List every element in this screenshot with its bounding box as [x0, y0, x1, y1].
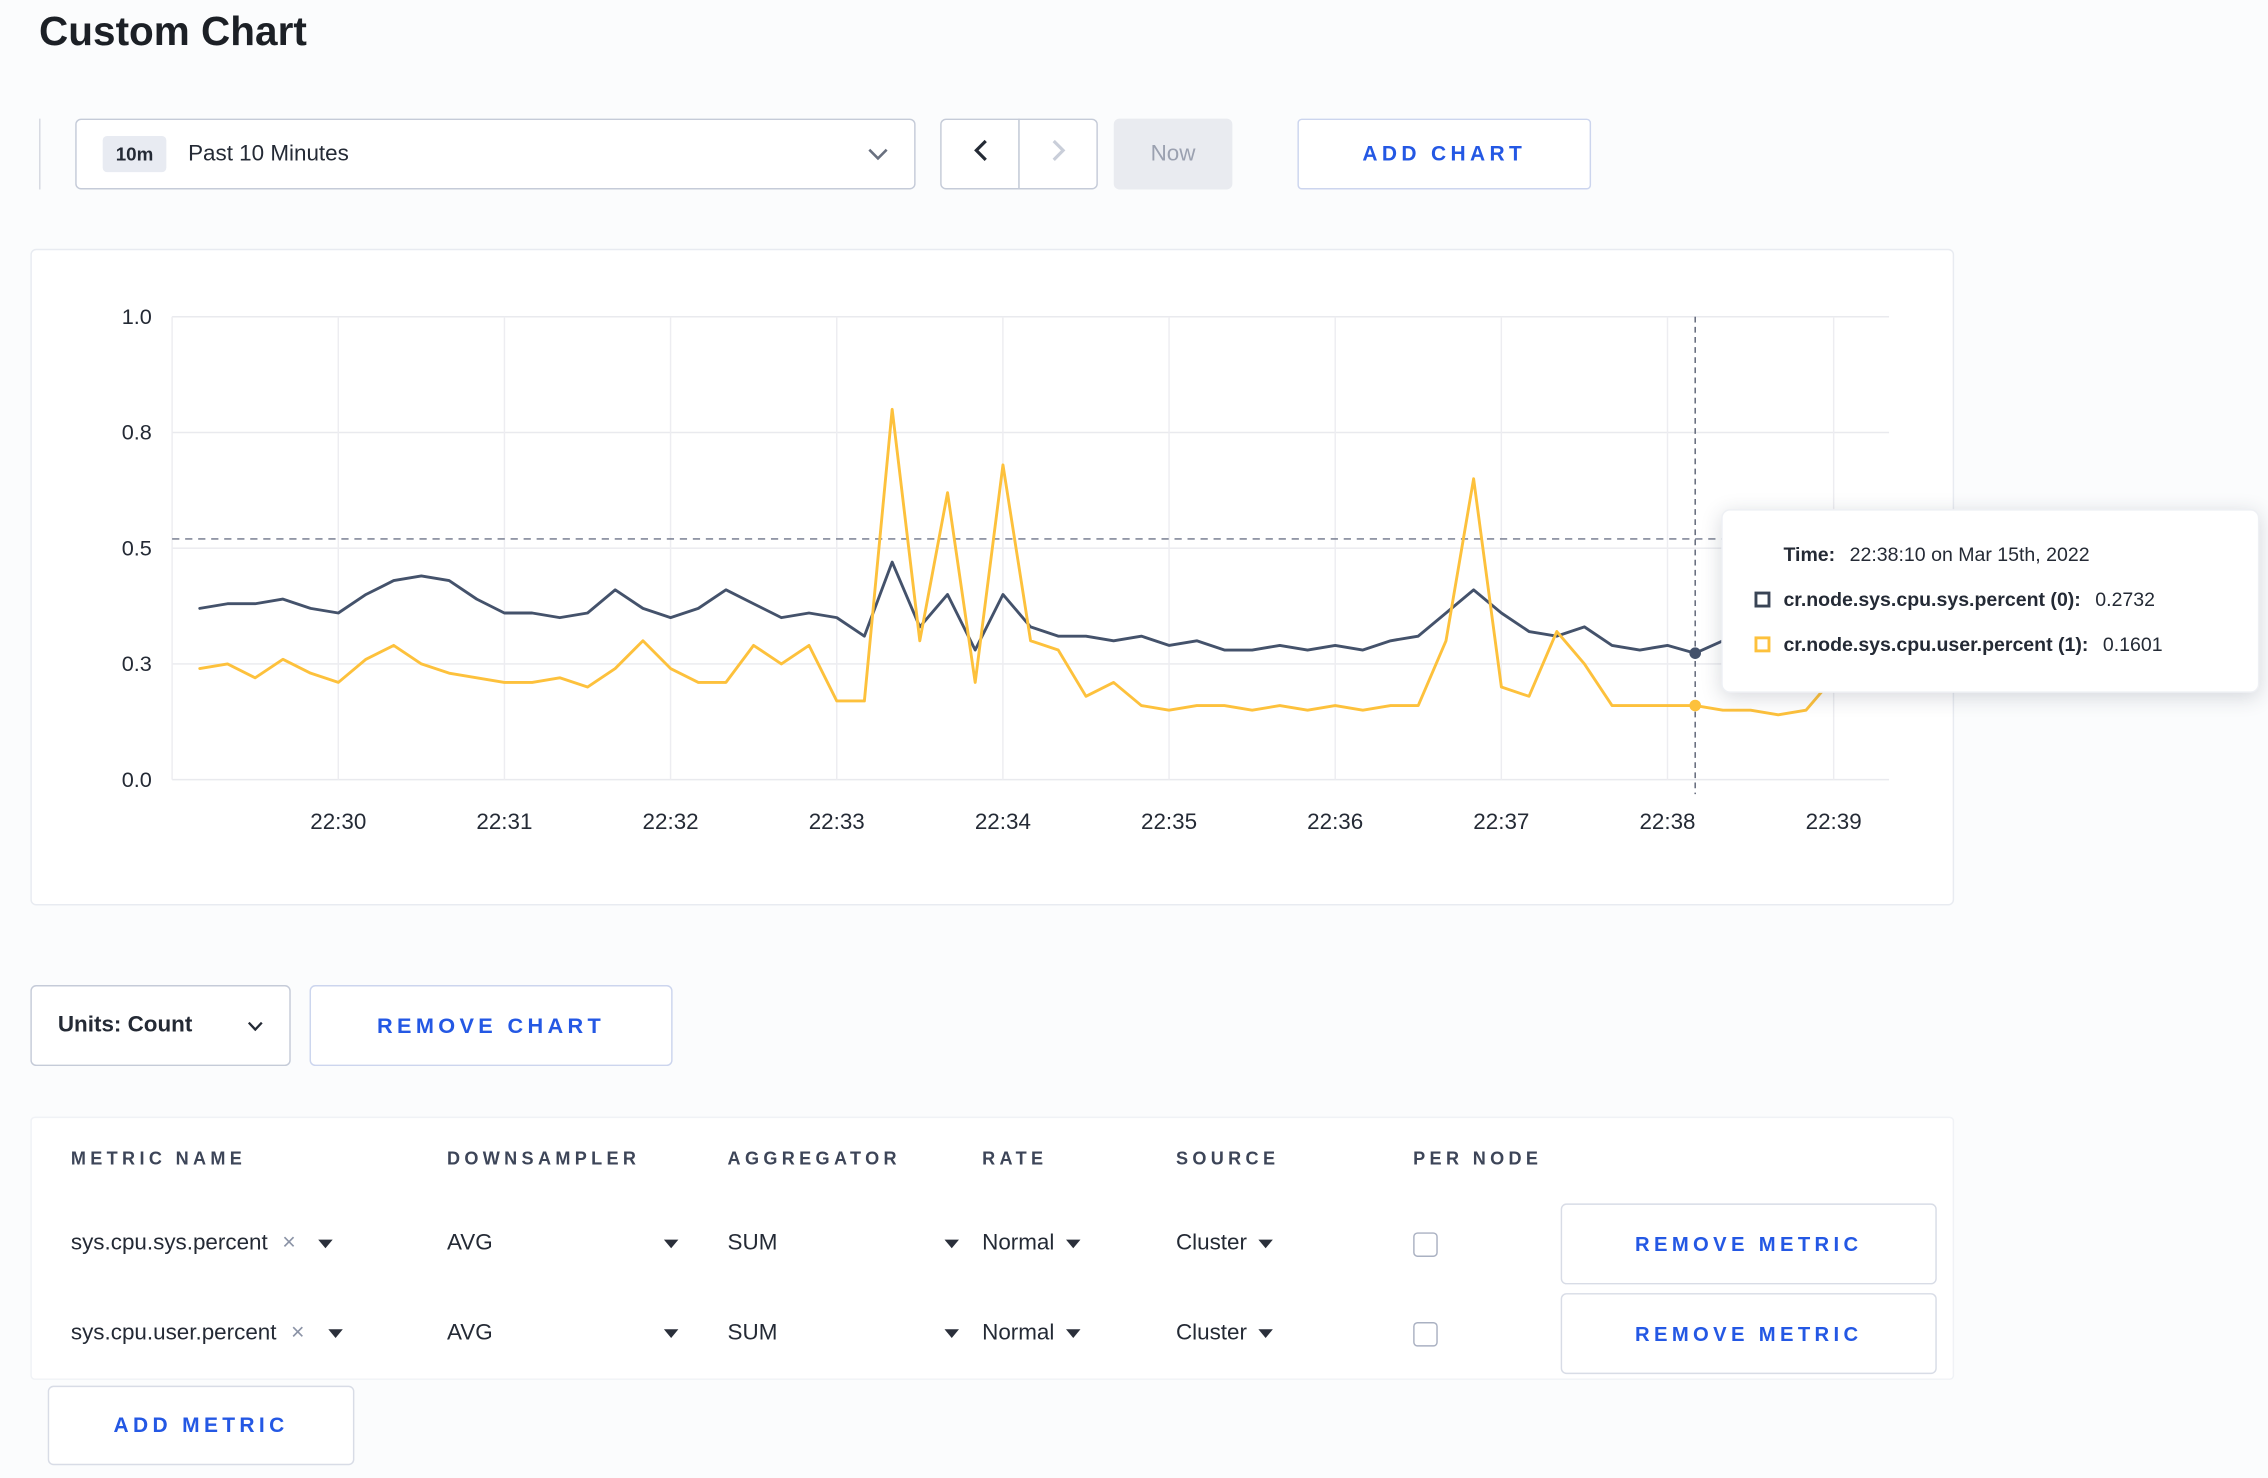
svg-text:22:37: 22:37: [1473, 809, 1529, 834]
metrics-table: METRIC NAME DOWNSAMPLER AGGREGATOR RATE …: [30, 1116, 1955, 1380]
tooltip-series-row: cr.node.sys.cpu.sys.percent (0): 0.2732: [1754, 577, 2229, 622]
now-button[interactable]: Now: [1113, 118, 1233, 190]
tooltip-series-value: 0.2732: [2095, 588, 2156, 611]
svg-text:0.0: 0.0: [122, 767, 152, 792]
next-time-button[interactable]: [1018, 118, 1098, 190]
col-header-source: SOURCE: [1175, 1148, 1280, 1169]
tooltip-series-label: cr.node.sys.cpu.sys.percent (0):: [1783, 588, 2081, 611]
metric-name-value: sys.cpu.user.percent: [70, 1320, 277, 1346]
col-header-downsampler: DOWNSAMPLER: [446, 1148, 641, 1169]
metric-name-select[interactable]: sys.cpu.sys.percent ×: [70, 1230, 334, 1257]
toolbar-divider: [39, 118, 41, 190]
tooltip-time-value: 22:38:10 on Mar 15th, 2022: [1849, 543, 2090, 566]
source-select[interactable]: Cluster: [1175, 1320, 1274, 1347]
rate-value: Normal: [982, 1230, 1055, 1256]
aggregator-value: SUM: [727, 1230, 778, 1256]
series-sys-swatch-icon: [1754, 591, 1771, 608]
custom-chart-page: Custom Chart 10m Past 10 Minutes Now ADD…: [0, 0, 2268, 1478]
svg-text:22:32: 22:32: [643, 809, 699, 834]
svg-text:22:31: 22:31: [476, 809, 532, 834]
svg-text:1.0: 1.0: [122, 304, 152, 329]
col-header-aggregator: AGGREGATOR: [727, 1148, 901, 1169]
rate-value: Normal: [982, 1320, 1055, 1346]
rate-select[interactable]: Normal: [982, 1320, 1081, 1347]
caret-down-icon: [1258, 1329, 1274, 1338]
aggregator-value: SUM: [727, 1320, 778, 1346]
svg-text:22:33: 22:33: [809, 809, 865, 834]
svg-text:22:30: 22:30: [310, 809, 366, 834]
per-node-checkbox[interactable]: [1413, 1231, 1438, 1257]
per-node-checkbox[interactable]: [1413, 1321, 1438, 1346]
units-dropdown-label: Units: Count: [57, 1012, 193, 1038]
metric-name-select[interactable]: sys.cpu.user.percent ×: [70, 1320, 343, 1347]
series-user-swatch-icon: [1754, 636, 1771, 653]
page-title: Custom Chart: [39, 8, 307, 54]
rate-select[interactable]: Normal: [982, 1230, 1081, 1257]
downsampler-value: AVG: [446, 1230, 493, 1256]
caret-down-icon: [663, 1329, 679, 1338]
metric-name-value: sys.cpu.sys.percent: [70, 1230, 268, 1256]
aggregator-select[interactable]: SUM: [728, 1231, 959, 1257]
svg-text:22:36: 22:36: [1307, 809, 1363, 834]
clear-metric-icon[interactable]: ×: [291, 1321, 305, 1347]
units-dropdown[interactable]: Units: Count: [30, 985, 291, 1067]
tooltip-time-row: Time: 22:38:10 on Mar 15th, 2022: [1755, 532, 2229, 577]
downsampler-select[interactable]: AVG: [446, 1320, 679, 1347]
tooltip-series-row: cr.node.sys.cpu.user.percent (1): 0.1601: [1754, 622, 2229, 667]
svg-text:0.5: 0.5: [122, 535, 152, 560]
prev-time-button[interactable]: [940, 118, 1020, 190]
chart-plot[interactable]: 1.0 0.8 0.5 0.3 0.0 22:30 22:31 22:32 22:33 22:34…: [32, 250, 1953, 886]
caret-down-icon: [327, 1329, 343, 1338]
aggregator-select[interactable]: SUM: [728, 1321, 959, 1347]
svg-text:22:38: 22:38: [1639, 809, 1695, 834]
caret-down-icon: [944, 1329, 959, 1338]
table-row: sys.cpu.user.percent × AVG SUM Normal Cl…: [32, 1289, 1953, 1379]
caret-down-icon: [318, 1239, 334, 1249]
source-select[interactable]: Cluster: [1175, 1230, 1274, 1257]
caret-down-icon: [944, 1239, 959, 1249]
time-range-badge: 10m: [102, 135, 167, 173]
downsampler-value: AVG: [446, 1320, 493, 1346]
svg-text:22:34: 22:34: [975, 809, 1031, 834]
add-metric-button[interactable]: ADD METRIC: [47, 1385, 355, 1466]
time-range-label: Past 10 Minutes: [188, 141, 349, 166]
chart-tooltip: Time: 22:38:10 on Mar 15th, 2022 cr.node…: [1721, 509, 2260, 693]
svg-text:22:39: 22:39: [1806, 809, 1862, 834]
tooltip-time-label: Time:: [1783, 543, 1836, 566]
svg-text:0.3: 0.3: [122, 651, 152, 676]
col-header-metric-name: METRIC NAME: [70, 1148, 247, 1169]
clear-metric-icon[interactable]: ×: [282, 1231, 296, 1257]
table-row: sys.cpu.sys.percent × AVG SUM Normal Clu…: [32, 1199, 1953, 1289]
caret-down-icon: [1258, 1239, 1274, 1249]
chart-card: 1.0 0.8 0.5 0.3 0.0 22:30 22:31 22:32 22:33 22:34…: [30, 248, 1955, 906]
time-nav-group: [940, 118, 1098, 190]
source-value: Cluster: [1175, 1230, 1247, 1256]
downsampler-select[interactable]: AVG: [446, 1230, 679, 1257]
caret-down-icon: [663, 1239, 679, 1249]
caret-down-icon: [1065, 1239, 1081, 1249]
chevron-down-icon: [868, 148, 888, 161]
remove-chart-button[interactable]: REMOVE CHART: [309, 985, 673, 1067]
caret-down-icon: [1065, 1329, 1081, 1338]
metrics-table-header: METRIC NAME DOWNSAMPLER AGGREGATOR RATE …: [32, 1118, 1953, 1199]
time-range-picker[interactable]: 10m Past 10 Minutes: [75, 118, 916, 190]
col-header-per-node: PER NODE: [1413, 1148, 1543, 1169]
tooltip-series-value: 0.1601: [2102, 633, 2163, 656]
chevron-left-icon: [973, 139, 987, 169]
remove-metric-button[interactable]: REMOVE METRIC: [1560, 1203, 1937, 1285]
add-chart-button[interactable]: ADD CHART: [1297, 118, 1592, 190]
remove-metric-button[interactable]: REMOVE METRIC: [1560, 1293, 1937, 1375]
source-value: Cluster: [1175, 1320, 1247, 1346]
chevron-down-icon: [247, 1020, 263, 1031]
tooltip-series-label: cr.node.sys.cpu.user.percent (1):: [1783, 633, 2089, 656]
svg-text:0.8: 0.8: [122, 420, 152, 445]
col-header-rate: RATE: [982, 1148, 1048, 1169]
chevron-right-icon: [1051, 139, 1065, 169]
svg-text:22:35: 22:35: [1141, 809, 1197, 834]
tooltip-time-spacer: [1755, 547, 1771, 563]
